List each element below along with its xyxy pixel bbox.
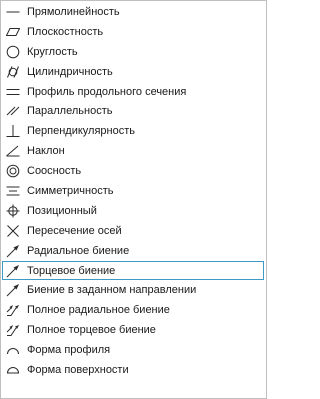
directional-runout-icon (6, 283, 20, 297)
list-item-angularity[interactable]: Наклон (2, 141, 264, 161)
list-item-axial-runout[interactable]: Торцевое биение (2, 260, 264, 281)
list-item-radial-runout[interactable]: Радиальное биение (2, 241, 264, 261)
list-item-label: Профиль продольного сечения (27, 85, 187, 98)
list-item-directional-runout[interactable]: Биение в заданном направлении (2, 280, 264, 300)
parallelism-icon (6, 104, 20, 118)
list-item-label: Полное радиальное биение (27, 304, 170, 317)
list-item-total-axial-runout[interactable]: Полное торцевое биение (2, 320, 264, 340)
profile-of-line-icon (6, 343, 20, 357)
list-item-profile-of-surface[interactable]: Форма поверхности (2, 360, 264, 380)
list-item-label: Параллельность (27, 105, 113, 118)
list-item-total-radial-runout[interactable]: Полное радиальное биение (2, 300, 264, 320)
flatness-icon (6, 25, 20, 39)
list-item-label: Перпендикулярность (27, 125, 136, 138)
longitudinal-profile-icon (6, 85, 20, 99)
list-item-perpendicularity[interactable]: Перпендикулярность (2, 121, 264, 141)
circularity-icon (6, 45, 20, 59)
total-axial-runout-icon (6, 323, 20, 337)
list-item-label: Форма поверхности (27, 363, 129, 376)
list-item-label: Позиционный (27, 204, 97, 217)
list-item-position[interactable]: Позиционный (2, 201, 264, 221)
radial-runout-icon (6, 244, 20, 258)
list-item-label: Пересечение осей (27, 224, 122, 237)
list-item-cylindricity[interactable]: Цилиндричность (2, 62, 264, 82)
list-item-longitudinal-profile[interactable]: Профиль продольного сечения (2, 82, 264, 102)
list-item-label: Форма профиля (27, 344, 111, 357)
tolerance-type-dropdown[interactable]: Прямолинейность Плоскостность Круглость (0, 0, 267, 399)
list-item-label: Прямолинейность (27, 5, 120, 18)
cylindricity-icon (6, 65, 20, 79)
list-item-label: Полное торцевое биение (27, 324, 156, 337)
symmetry-icon (6, 184, 20, 198)
list-item-concentricity[interactable]: Соосность (2, 161, 264, 181)
axes-intersection-icon (6, 224, 20, 238)
list-item-label: Плоскостность (27, 25, 104, 38)
list-item-label: Симметричность (27, 184, 114, 197)
list-item-parallelism[interactable]: Параллельность (2, 101, 264, 121)
list-item-label: Цилиндричность (27, 65, 113, 78)
concentricity-icon (6, 164, 20, 178)
perpendicularity-icon (6, 124, 20, 138)
list-item-label: Круглость (27, 45, 78, 58)
profile-of-surface-icon (6, 363, 20, 377)
position-icon (6, 204, 20, 218)
list-item-straightness[interactable]: Прямолинейность (2, 2, 264, 22)
straightness-icon (6, 5, 20, 19)
list-item-label: Торцевое биение (27, 264, 116, 277)
list-item-profile-of-line[interactable]: Форма профиля (2, 340, 264, 360)
list-item-symmetry[interactable]: Симметричность (2, 181, 264, 201)
list-item-circularity[interactable]: Круглость (2, 42, 264, 62)
angularity-icon (6, 144, 20, 158)
list-item-label: Биение в заданном направлении (27, 284, 197, 297)
list-item-flatness[interactable]: Плоскостность (2, 22, 264, 42)
total-radial-runout-icon (6, 303, 20, 317)
list-item-axes-intersection[interactable]: Пересечение осей (2, 221, 264, 241)
tolerance-type-list: Прямолинейность Плоскостность Круглость (2, 2, 264, 380)
list-item-label: Соосность (27, 165, 82, 178)
axial-runout-icon (6, 264, 20, 278)
list-item-label: Радиальное биение (27, 244, 130, 257)
list-item-label: Наклон (27, 145, 65, 158)
